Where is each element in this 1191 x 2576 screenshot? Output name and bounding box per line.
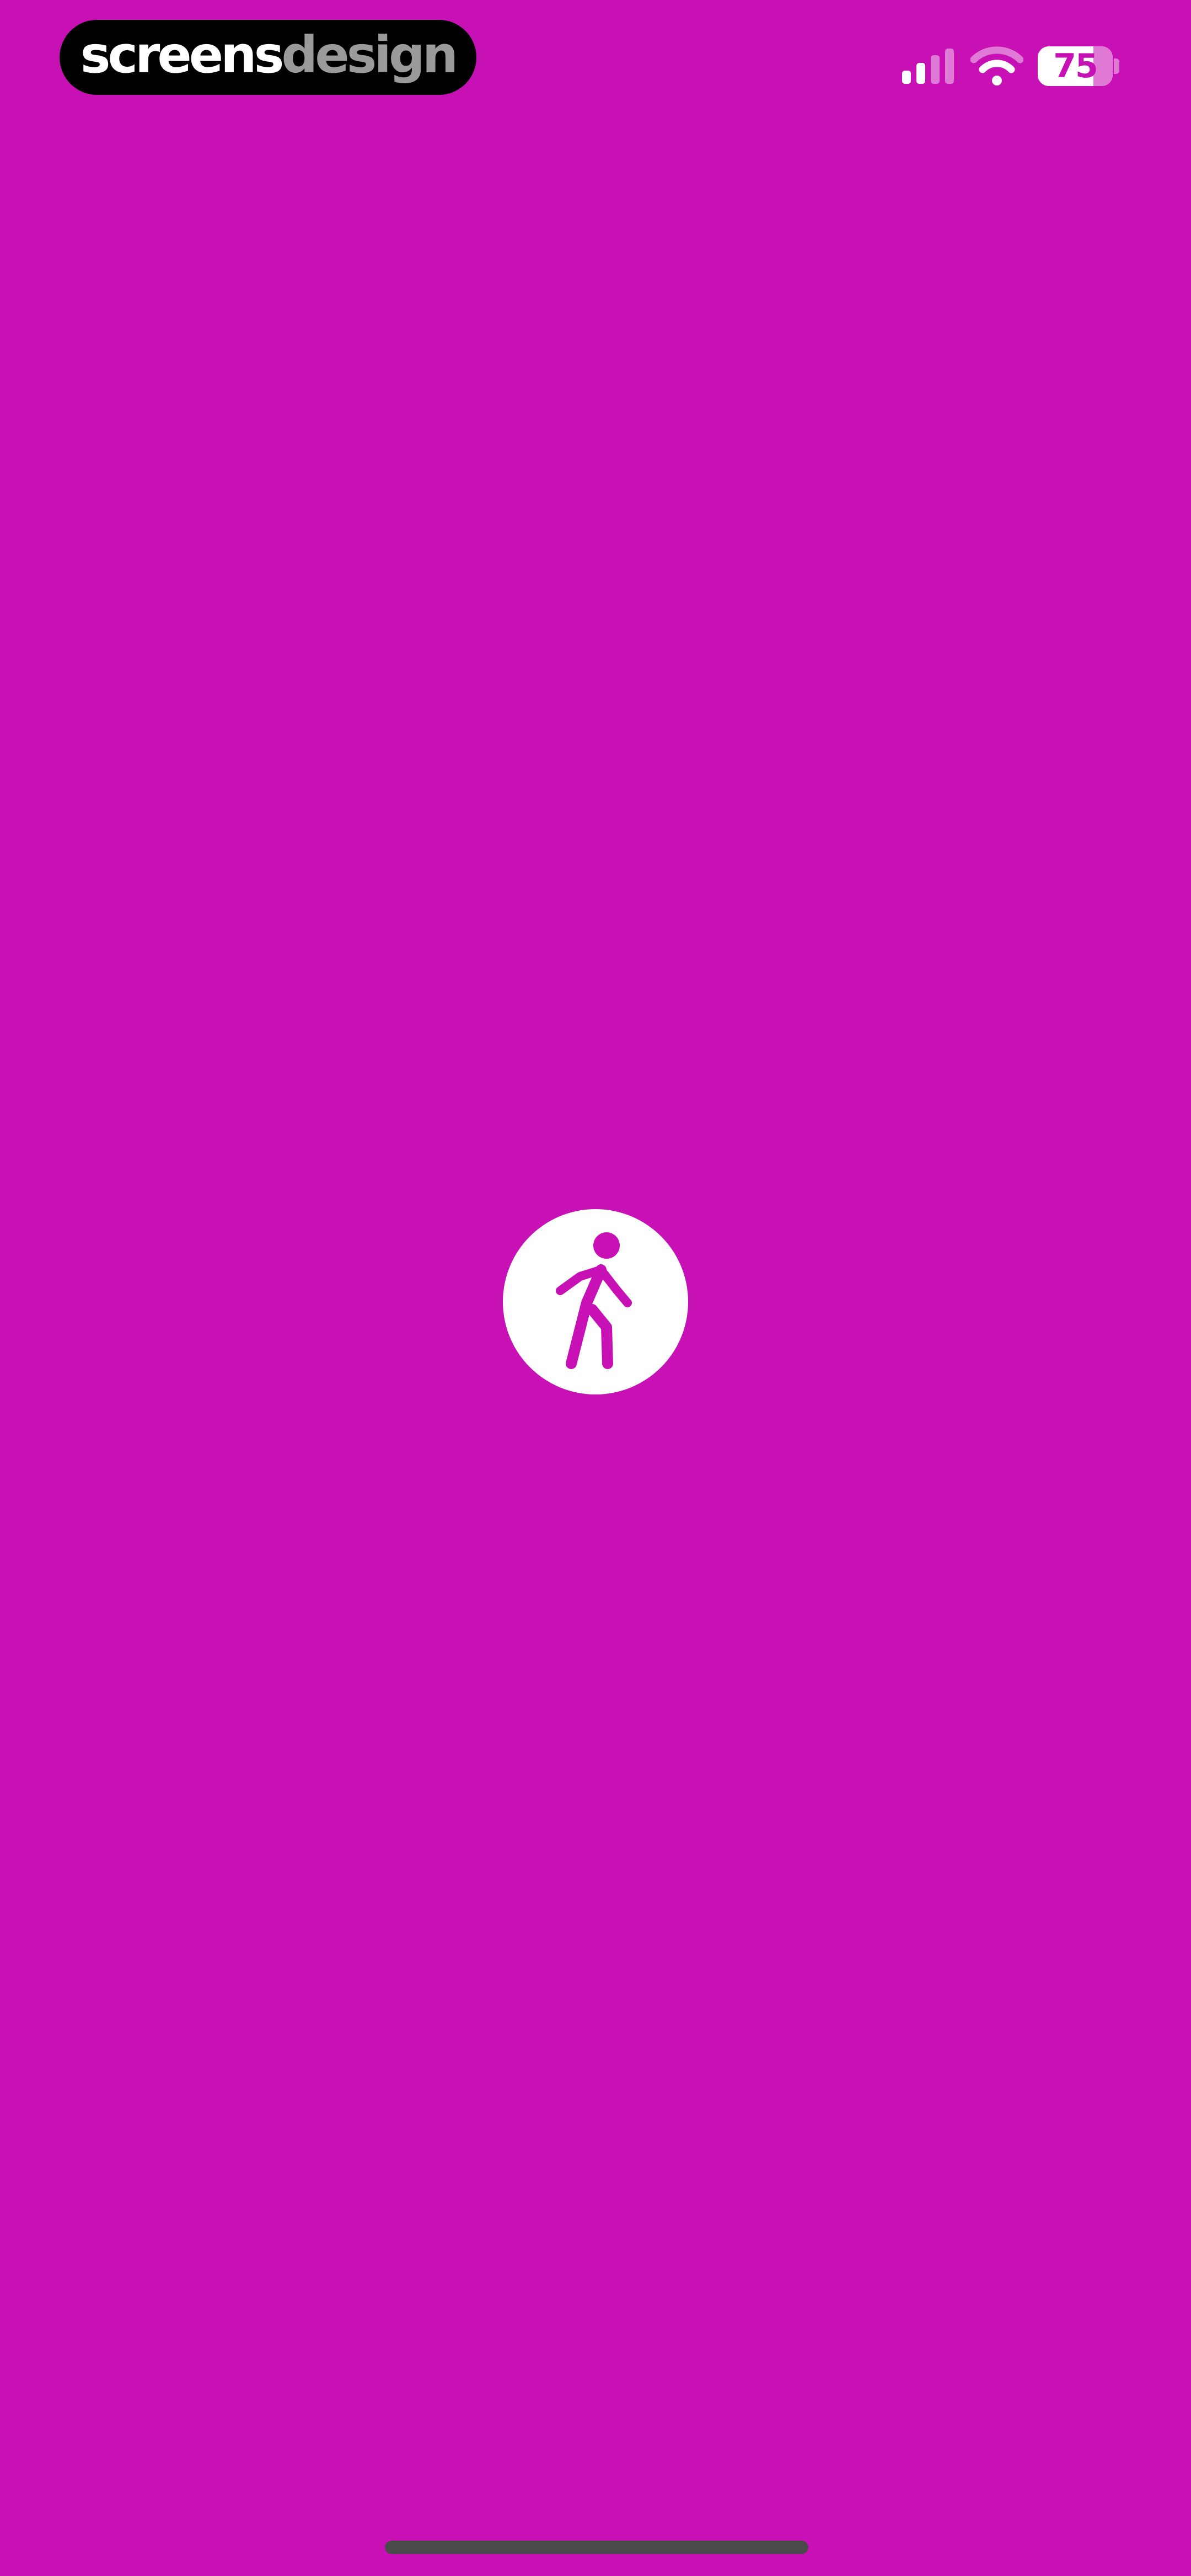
watermark-text-design: design [281,25,458,84]
battery-cap [1114,58,1119,74]
watermark-text-screens: screens [80,25,285,84]
wifi-icon [970,46,1024,86]
battery-level: 75 [1053,47,1098,85]
splash-screen: screens design 75 [0,0,1191,2576]
app-logo [503,1209,688,1394]
battery-icon: 75 [1038,46,1113,86]
home-indicator[interactable] [385,2541,808,2554]
walking-person-icon [556,1232,632,1369]
screensdesign-watermark: screens design [60,20,476,95]
cellular-signal-icon [902,49,957,84]
